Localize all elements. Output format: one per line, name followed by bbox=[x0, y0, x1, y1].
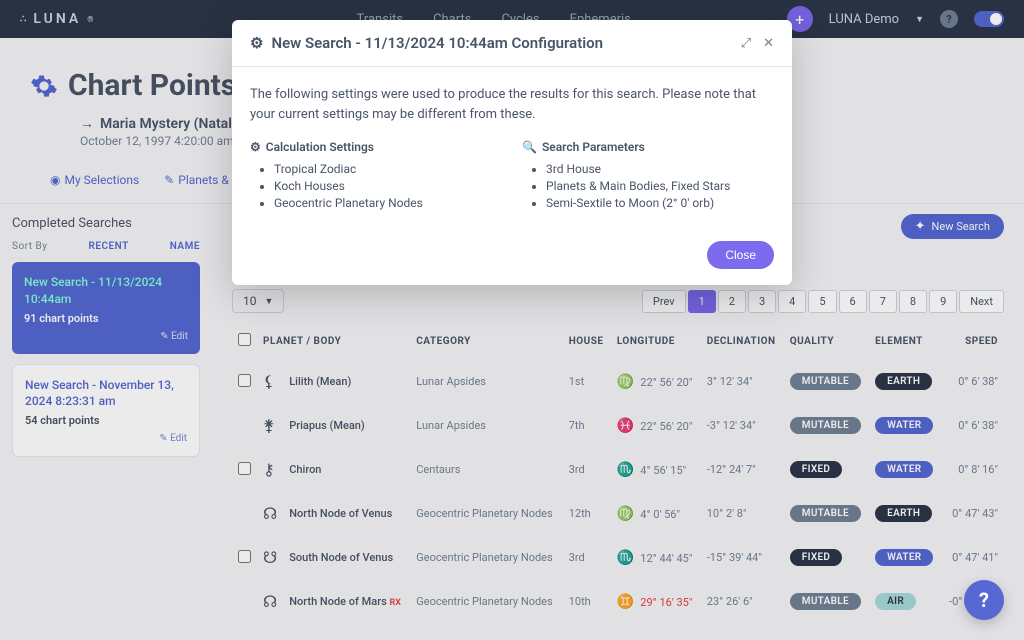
config-modal: ⚙ New Search - 11/13/2024 10:44am Config… bbox=[232, 20, 792, 285]
modal-overlay[interactable]: ⚙ New Search - 11/13/2024 10:44am Config… bbox=[0, 0, 1024, 640]
help-fab[interactable]: ? bbox=[964, 580, 1004, 620]
search-small-icon: 🔍 bbox=[522, 140, 537, 154]
gear-small-icon: ⚙ bbox=[250, 140, 261, 154]
expand-icon[interactable]: ⤢ bbox=[741, 36, 751, 51]
search-params-list: 3rd House Planets & Main Bodies, Fixed S… bbox=[522, 162, 774, 210]
close-icon[interactable]: ✕ bbox=[763, 36, 774, 51]
calc-settings-list: Tropical Zodiac Koch Houses Geocentric P… bbox=[250, 162, 502, 210]
settings-sliders-icon: ⚙ bbox=[250, 34, 263, 52]
calc-settings-heading: Calculation Settings bbox=[266, 140, 374, 154]
search-params-heading: Search Parameters bbox=[542, 140, 645, 154]
close-button[interactable]: Close bbox=[707, 241, 774, 269]
modal-intro: The following settings were used to prod… bbox=[250, 85, 774, 124]
modal-title: New Search - 11/13/2024 10:44am Configur… bbox=[271, 34, 603, 52]
